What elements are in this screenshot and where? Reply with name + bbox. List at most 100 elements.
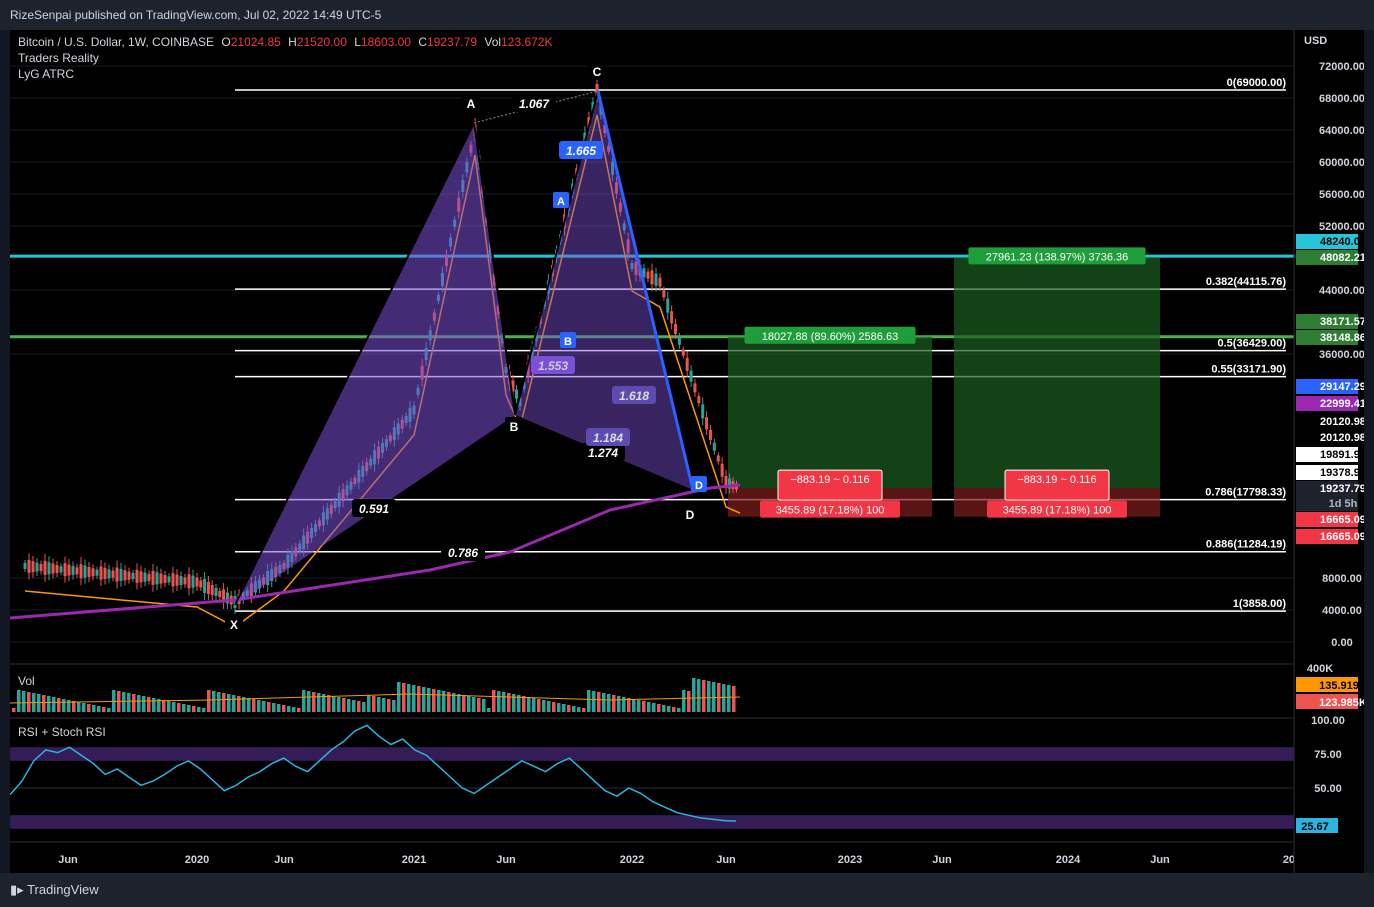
volume-bar [417, 686, 421, 712]
volume-bar [652, 703, 656, 712]
volume-bar [127, 693, 131, 712]
legend-close-value: 19237.79 [427, 35, 478, 49]
pattern-ratio-label: 1.184 [593, 431, 623, 445]
volume-bar [372, 696, 376, 712]
candle-body [187, 574, 191, 589]
volume-label-text: 123.985K [1319, 697, 1364, 709]
candle-body [159, 573, 163, 584]
candle-body [670, 311, 674, 324]
price-label-text: 29147.29 [1320, 381, 1364, 393]
volume-pane-label[interactable]: Vol [18, 674, 35, 688]
tradingview-logo[interactable]: ▮▸ TradingView [10, 882, 99, 898]
volume-bar [27, 692, 31, 712]
volume-bar [272, 703, 276, 712]
volume-bar [312, 692, 316, 712]
volume-bar [87, 704, 91, 712]
fib-level-label: 0.55(33171.90) [1211, 364, 1286, 376]
volume-bar [122, 692, 126, 712]
volume-bar [527, 697, 531, 712]
candle-body [143, 572, 147, 582]
rsi-pane-label[interactable]: RSI + Stoch RSI [18, 725, 106, 739]
volume-bar [492, 690, 496, 712]
volume-bar [237, 696, 241, 712]
candle-body [218, 591, 222, 597]
fib-level-label: 0.5(36429.00) [1218, 338, 1287, 350]
volume-bar [412, 685, 416, 712]
price-tick-label: 56000.00 [1319, 189, 1364, 201]
volume-bar [617, 696, 621, 712]
volume-bar [77, 702, 81, 712]
candle-body [131, 573, 135, 580]
legend-vol-label: Vol [484, 35, 502, 49]
position-stop-label: 3455.89 (17.18%) 100 [776, 505, 885, 517]
price-label-text: 20120.98 [1320, 416, 1364, 428]
pattern-point-label-X: X [230, 618, 238, 632]
volume-bar [682, 690, 686, 712]
volume-bar [707, 681, 711, 712]
candle-body [681, 349, 685, 356]
position-stop-label: 3455.89 (17.18%) 100 [1003, 505, 1112, 517]
volume-bar [587, 690, 591, 712]
volume-bar [647, 702, 651, 712]
volume-bar [537, 699, 541, 712]
candle-body [155, 572, 159, 585]
pattern-inner-label: B [564, 336, 572, 348]
volume-bar [262, 701, 266, 712]
volume-bar [482, 699, 486, 712]
candle-body [720, 463, 724, 477]
volume-bar [457, 694, 461, 712]
volume-bar [727, 685, 731, 712]
chart-area[interactable]: Jun 2020 Jun 2021 Jun 2022 Jun 2023 Jun 2024 Jun 20… [10, 30, 1364, 873]
volume-bar [62, 699, 66, 712]
candle-body [27, 559, 31, 573]
fib-level-label: 0(69000.00) [1227, 77, 1287, 89]
price-label-text: 48240.00 [1320, 236, 1364, 248]
volume-bar [302, 690, 306, 712]
volume-bar [277, 704, 281, 712]
position-center-label: −883.19 ~ 0.116 [790, 474, 869, 486]
volume-bar [347, 699, 351, 712]
candle-body [701, 404, 705, 419]
volume-bar [732, 686, 736, 712]
price-label-text: 16665.09 [1320, 514, 1364, 526]
volume-bar [462, 695, 466, 712]
volume-bar [572, 706, 576, 712]
volume-bar [607, 694, 611, 712]
volume-axis-label: 400K [1307, 663, 1333, 675]
volume-bar [437, 690, 441, 712]
candle-body [693, 383, 697, 393]
volume-bar [397, 682, 401, 712]
candle-body [55, 564, 59, 573]
volume-bar [612, 695, 616, 712]
indicator-traders-reality[interactable]: Traders Reality [18, 50, 552, 66]
position-target-zone [728, 336, 932, 489]
time-tick-label: 2020 [185, 854, 209, 866]
candle-body [39, 563, 43, 571]
volume-bar [467, 696, 471, 712]
position-center-label: −883.19 ~ 0.116 [1017, 474, 1096, 486]
candle-body [662, 290, 666, 298]
time-tick-label: 2024 [1056, 854, 1081, 866]
volume-bar [182, 704, 186, 712]
candle-body [31, 561, 35, 573]
volume-bar [282, 705, 286, 712]
indicator-lyg-atrc[interactable]: LyG ATRC [18, 66, 552, 82]
volume-bar [392, 700, 396, 712]
volume-bar [307, 691, 311, 712]
time-tick-label: Jun [496, 854, 516, 866]
price-tick-label: 64000.00 [1319, 125, 1364, 137]
volume-bar [567, 705, 571, 712]
volume-bar [532, 698, 536, 712]
volume-bar [267, 702, 271, 712]
published-caption: RizeSenpai published on TradingView.com,… [10, 8, 382, 22]
candle-body [47, 562, 51, 575]
candle-body [697, 396, 701, 404]
volume-bar [667, 706, 671, 712]
volume-bar [207, 690, 211, 712]
candle-body [127, 571, 131, 580]
volume-bar [317, 693, 321, 712]
volume-bar [357, 701, 361, 712]
candle-body [206, 582, 210, 594]
volume-bar [557, 703, 561, 712]
candle-body [163, 575, 167, 584]
